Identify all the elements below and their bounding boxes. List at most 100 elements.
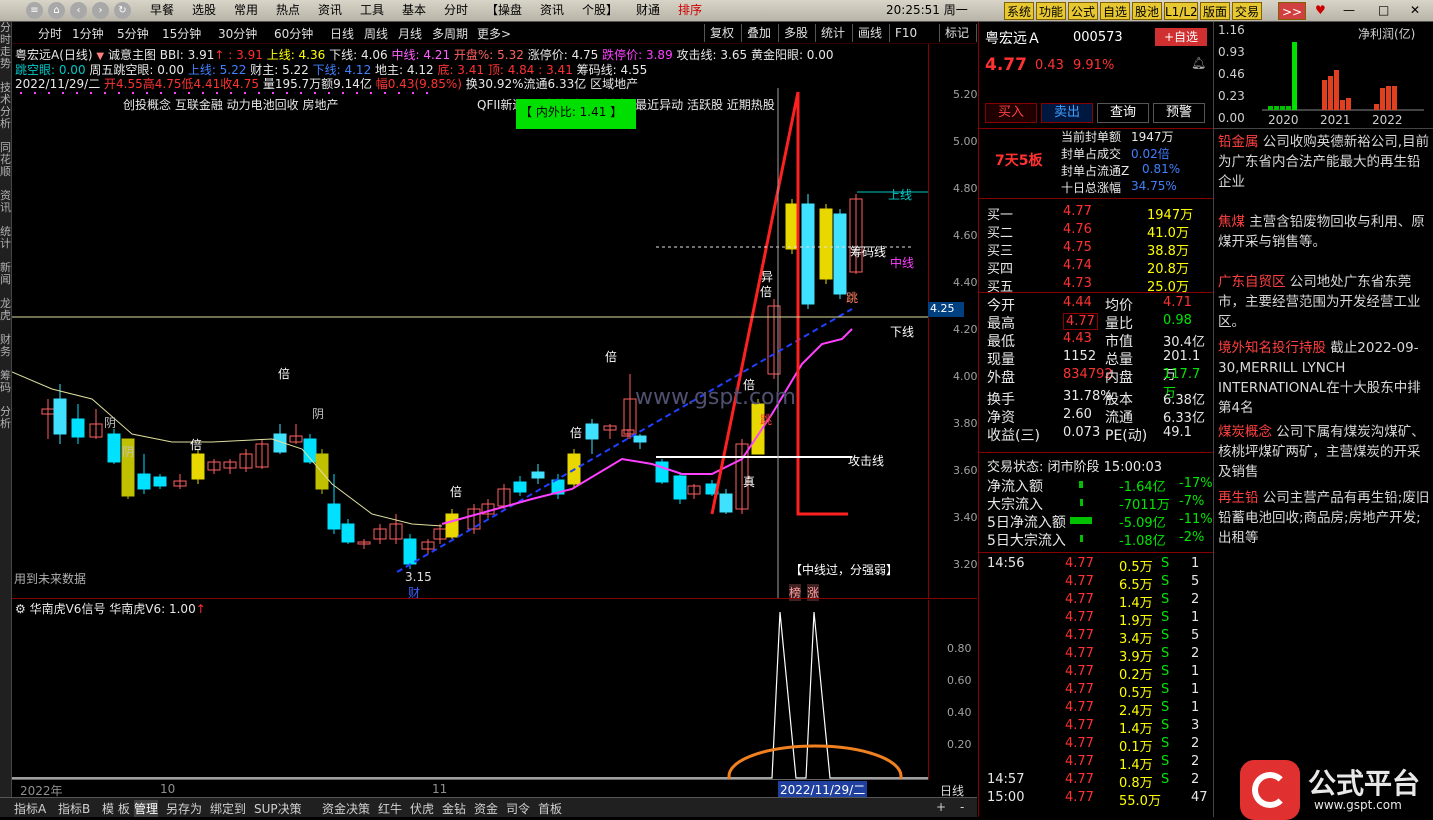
chart-tab-1[interactable]: 叠加 bbox=[741, 24, 776, 42]
news-key[interactable]: 煤炭概念 bbox=[1218, 424, 1272, 440]
sys-btn-6[interactable]: 版面 bbox=[1200, 2, 1230, 20]
more-icon[interactable]: >> bbox=[1278, 2, 1306, 20]
heart-icon[interactable]: ♥ bbox=[1315, 2, 1326, 19]
menu-6[interactable]: 基本 bbox=[402, 2, 426, 19]
bottom-tab-10[interactable]: 金钻 bbox=[442, 800, 466, 817]
signal-chart[interactable] bbox=[12, 600, 928, 780]
period-4[interactable]: 30分钟 bbox=[218, 25, 257, 42]
period-2[interactable]: 5分钟 bbox=[117, 25, 149, 42]
period-1[interactable]: 1分钟 bbox=[72, 25, 104, 42]
bottom-minus-icon[interactable]: - bbox=[960, 800, 964, 814]
bottom-tab-3[interactable]: 管理 bbox=[134, 800, 159, 817]
close-icon[interactable]: ✕ bbox=[1410, 2, 1420, 19]
bottom-tab-6[interactable]: SUP决策 bbox=[254, 800, 302, 817]
left-side-tabs[interactable]: 分时走势技术分析同花顺资讯统计新闻龙虎财务筹码分析 bbox=[0, 22, 12, 797]
add-favorite-button[interactable]: +自选 bbox=[1155, 28, 1207, 46]
period-5[interactable]: 60分钟 bbox=[274, 25, 313, 42]
bottom-tab-11[interactable]: 资金 bbox=[474, 800, 498, 817]
seal-label: 十日总涨幅 bbox=[1061, 181, 1122, 195]
period-6[interactable]: 日线 bbox=[330, 25, 354, 42]
bottom-tab-13[interactable]: 首板 bbox=[538, 800, 562, 817]
menu-icon[interactable]: ≡ bbox=[26, 2, 43, 19]
bottom-tab-12[interactable]: 司令 bbox=[506, 800, 530, 817]
limit-up-tag: 7天5板 bbox=[995, 153, 1043, 169]
news-item[interactable]: 煤炭概念 公司下属有煤炭沟煤矿、核桃坪煤矿两矿，主营煤炭的开采及销售 bbox=[1218, 422, 1431, 482]
news-item[interactable]: 广东自贸区 公司地处广东省东莞市，主要经营范围为开发经营工业区。 bbox=[1218, 272, 1431, 332]
home-icon[interactable]: ⌂ bbox=[48, 2, 65, 19]
news-item[interactable]: 焦煤 主营含铅废物回收与利用、原煤开采与销售等。 bbox=[1218, 212, 1431, 252]
period-8[interactable]: 月线 bbox=[398, 25, 422, 42]
candle-body bbox=[801, 203, 815, 305]
profit-bar bbox=[1346, 98, 1351, 110]
bottom-tab-5[interactable]: 绑定到 bbox=[210, 800, 246, 817]
refresh-icon[interactable]: ↻ bbox=[114, 2, 131, 19]
news-key[interactable]: 再生铅 bbox=[1218, 490, 1259, 506]
bottom-tab-2[interactable]: 模 板 bbox=[102, 800, 130, 817]
stat-label: 换手 bbox=[987, 392, 1015, 408]
alert-button[interactable]: 预警 bbox=[1153, 103, 1205, 123]
news-key[interactable]: 焦煤 bbox=[1218, 214, 1245, 230]
minimize-icon[interactable]: — bbox=[1343, 2, 1355, 19]
forward-icon[interactable]: › bbox=[92, 2, 109, 19]
back-icon[interactable]: ‹ bbox=[70, 2, 87, 19]
sys-btn-2[interactable]: 公式 bbox=[1068, 2, 1098, 20]
chart-tab-4[interactable]: 画线 bbox=[852, 24, 887, 42]
bell-icon[interactable]: 🔔︎ bbox=[1191, 56, 1206, 70]
menu-5[interactable]: 工具 bbox=[360, 2, 384, 19]
sys-btn-1[interactable]: 功能 bbox=[1036, 2, 1066, 20]
menu-11[interactable]: 财通 bbox=[636, 2, 660, 19]
period-7[interactable]: 周线 bbox=[364, 25, 388, 42]
bottom-tab-4[interactable]: 另存为 bbox=[166, 800, 202, 817]
maximize-icon[interactable]: □ bbox=[1378, 2, 1389, 19]
sys-btn-7[interactable]: 交易 bbox=[1232, 2, 1262, 20]
profit-title: 净利润(亿) bbox=[1358, 26, 1415, 41]
menu-10[interactable]: 个股】 bbox=[582, 2, 618, 19]
sell-button[interactable]: 卖出 bbox=[1041, 103, 1093, 123]
sys-btn-3[interactable]: 自选 bbox=[1100, 2, 1130, 20]
bottom-tab-7[interactable]: 资金决策 bbox=[322, 800, 370, 817]
chart-tab-2[interactable]: 多股 bbox=[778, 24, 813, 42]
chart-tab-5[interactable]: F10 bbox=[889, 24, 922, 42]
period-10[interactable]: 更多> bbox=[477, 25, 511, 42]
bottom-plus-icon[interactable]: + bbox=[936, 800, 946, 814]
news-key[interactable]: 广东自贸区 bbox=[1218, 274, 1286, 290]
news-key[interactable]: 铅金属 bbox=[1218, 134, 1259, 150]
news-item[interactable]: 铅金属 公司收购英德新裕公司,目前为广东省内合法产能最大的再生铅企业 bbox=[1218, 132, 1431, 192]
news-panel: 1.16 0.93 0.46 0.23 0.00 净利润(亿) 2020 2021 2022 铅… bbox=[1213, 22, 1433, 820]
bottom-tab-0[interactable]: 指标A bbox=[14, 800, 46, 817]
news-item[interactable]: 再生铅 公司主营产品有再生铅;废旧铅蓄电池回收;商品房;房地产开发;出租等 bbox=[1218, 488, 1431, 548]
dot-mark bbox=[90, 92, 92, 94]
bottom-tab-8[interactable]: 红牛 bbox=[378, 800, 402, 817]
buy-button[interactable]: 买入 bbox=[985, 103, 1037, 123]
sys-btn-4[interactable]: 股池 bbox=[1132, 2, 1162, 20]
dot-mark bbox=[34, 92, 36, 94]
candlestick-chart[interactable] bbox=[12, 44, 928, 599]
stat-label: 最高 bbox=[987, 316, 1015, 332]
menu-0[interactable]: 早餐 bbox=[150, 2, 174, 19]
menu-9[interactable]: 资讯 bbox=[540, 2, 564, 19]
news-key[interactable]: 境外知名投行持股 bbox=[1218, 340, 1326, 356]
menu-4[interactable]: 资讯 bbox=[318, 2, 342, 19]
bottom-tab-1[interactable]: 指标B bbox=[58, 800, 90, 817]
menu-1[interactable]: 选股 bbox=[192, 2, 216, 19]
menu-3[interactable]: 热点 bbox=[276, 2, 300, 19]
bottom-tab-9[interactable]: 伏虎 bbox=[410, 800, 434, 817]
sys-btn-5[interactable]: L1/L2 bbox=[1164, 2, 1198, 20]
period-9[interactable]: 多周期 bbox=[432, 25, 468, 42]
menu-2[interactable]: 常用 bbox=[234, 2, 258, 19]
tick-side: S bbox=[1161, 772, 1170, 787]
seal-value: 0.02倍 bbox=[1131, 147, 1170, 161]
menu-12[interactable]: 排序 bbox=[678, 2, 702, 19]
chart-tab-3[interactable]: 统计 bbox=[815, 24, 850, 42]
period-0[interactable]: 分时 bbox=[38, 25, 62, 42]
candle-body bbox=[513, 481, 527, 493]
news-item[interactable]: 境外知名投行持股 截止2022-09-30,MERRILL LYNCH INTE… bbox=[1218, 338, 1431, 418]
menu-7[interactable]: 分时 bbox=[444, 2, 468, 19]
profit-bar bbox=[1268, 106, 1273, 110]
menu-8[interactable]: 【操盘 bbox=[486, 2, 522, 19]
chart-tab-0[interactable]: 复权 bbox=[704, 24, 739, 42]
sys-btn-0[interactable]: 系统 bbox=[1004, 2, 1034, 20]
chart-tab-6[interactable]: 标记 bbox=[939, 24, 974, 42]
query-button[interactable]: 查询 bbox=[1097, 103, 1149, 123]
period-3[interactable]: 15分钟 bbox=[162, 25, 201, 42]
